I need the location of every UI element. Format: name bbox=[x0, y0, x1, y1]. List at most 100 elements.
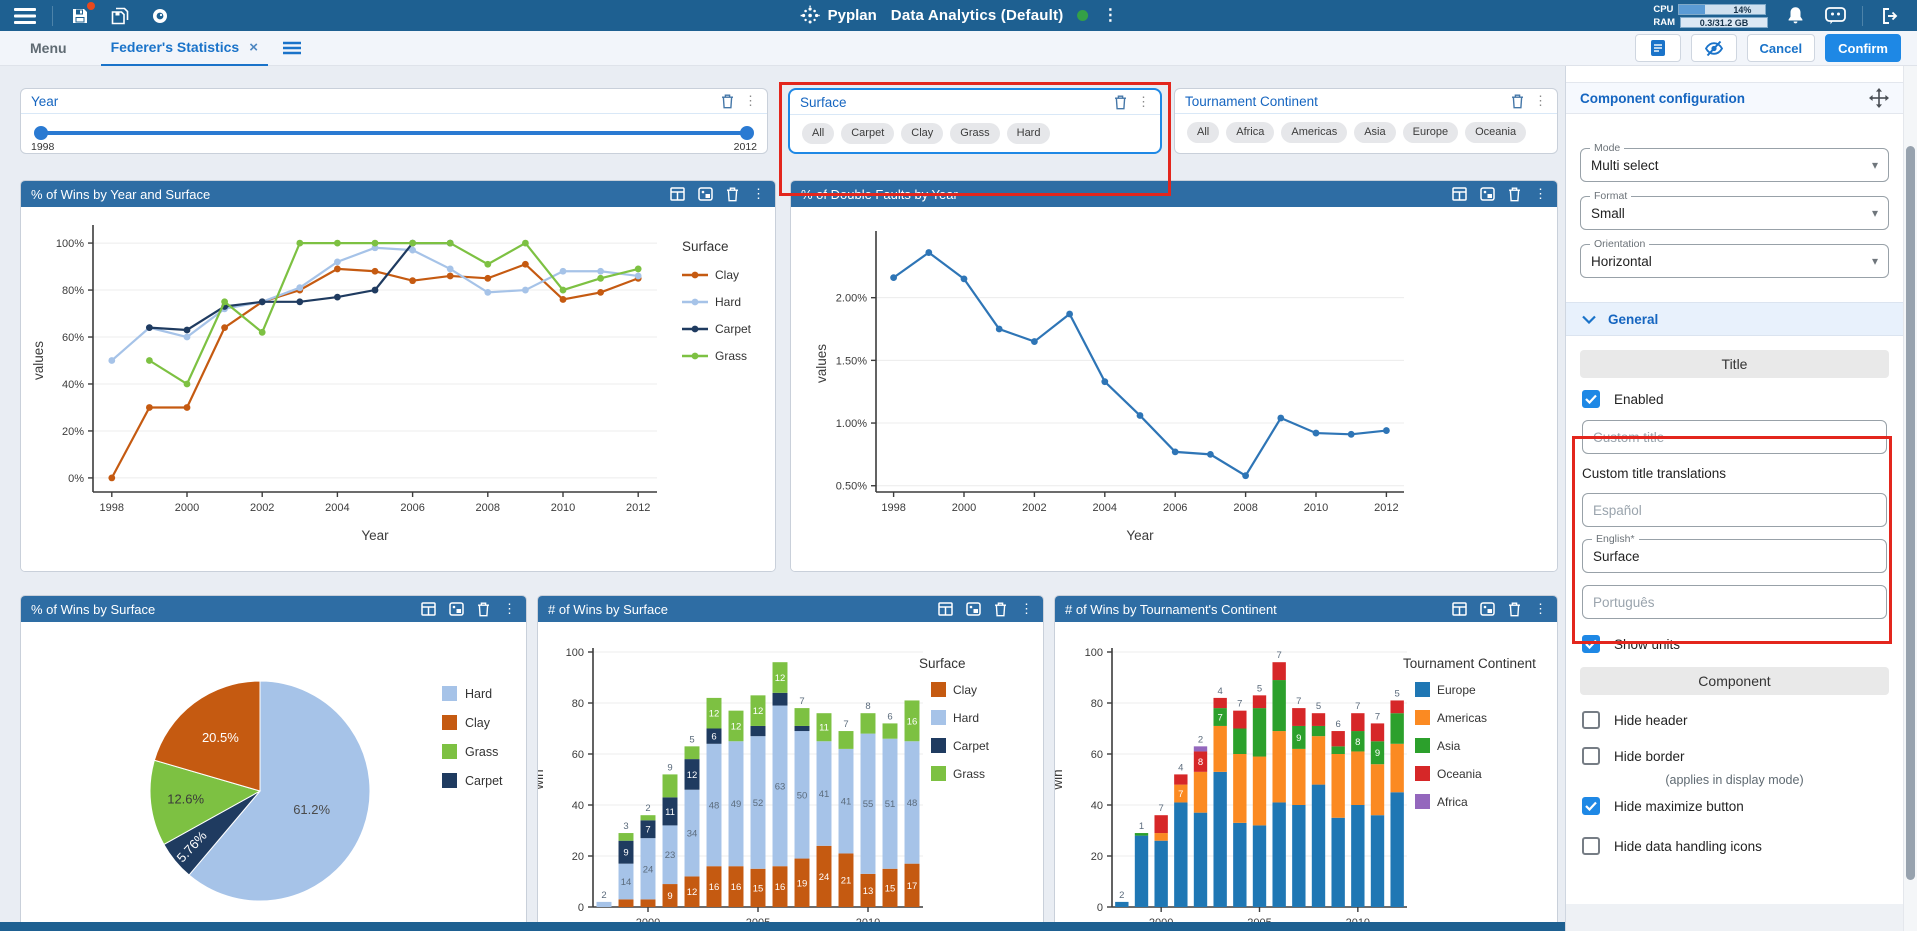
ram-label: RAM bbox=[1653, 17, 1675, 28]
table-view-icon[interactable] bbox=[1452, 602, 1467, 616]
mode-select[interactable]: Mode Multi select ▾ bbox=[1580, 148, 1889, 182]
tab-list-icon[interactable] bbox=[282, 41, 302, 55]
filter-chip[interactable]: Africa bbox=[1226, 122, 1274, 143]
kebab-menu-icon[interactable]: ⋮ bbox=[1020, 601, 1033, 617]
svg-text:2010: 2010 bbox=[551, 502, 575, 514]
tab-close-icon[interactable]: × bbox=[249, 39, 258, 56]
move-icon[interactable] bbox=[1869, 88, 1889, 108]
hamburger-menu-icon[interactable] bbox=[12, 3, 38, 29]
kebab-menu-icon[interactable]: ⋮ bbox=[503, 601, 516, 617]
filter-chip[interactable]: Europe bbox=[1403, 122, 1458, 143]
cancel-button[interactable]: Cancel bbox=[1747, 34, 1816, 62]
kebab-menu-icon[interactable]: ⋮ bbox=[1534, 601, 1547, 617]
spanish-title-input[interactable] bbox=[1583, 494, 1886, 526]
app-title: Data Analytics (Default) bbox=[891, 7, 1064, 24]
kebab-menu-icon[interactable]: ⋮ bbox=[1137, 94, 1150, 110]
table-view-icon[interactable] bbox=[938, 602, 953, 616]
svg-text:7: 7 bbox=[1355, 701, 1360, 712]
show-units-checkbox[interactable] bbox=[1582, 635, 1600, 653]
hide-maximize-checkbox[interactable] bbox=[1582, 797, 1600, 815]
assistant-icon[interactable] bbox=[1822, 3, 1848, 29]
save-all-icon[interactable] bbox=[107, 3, 133, 29]
kebab-menu-icon[interactable]: ⋮ bbox=[744, 93, 757, 109]
enabled-checkbox[interactable] bbox=[1582, 390, 1600, 408]
trash-icon[interactable] bbox=[1508, 187, 1521, 202]
filter-chip[interactable]: All bbox=[1187, 122, 1219, 143]
svg-text:2008: 2008 bbox=[1233, 502, 1257, 514]
svg-text:Carpet: Carpet bbox=[465, 774, 503, 788]
chart-card-wins-by-surface-bar: # of Wins by Surface ⋮ 020406080100win20… bbox=[537, 595, 1044, 931]
trash-icon[interactable] bbox=[994, 602, 1007, 617]
english-label: English* bbox=[1592, 533, 1639, 545]
app-kebab-menu-icon[interactable]: ⋮ bbox=[1102, 8, 1118, 24]
svg-text:6: 6 bbox=[887, 711, 892, 722]
hide-header-checkbox[interactable] bbox=[1582, 711, 1600, 729]
hide-border-checkbox[interactable] bbox=[1582, 747, 1600, 765]
continent-filter-title: Tournament Continent bbox=[1185, 94, 1511, 109]
image-export-icon[interactable] bbox=[1480, 602, 1495, 616]
trash-icon[interactable] bbox=[726, 187, 739, 202]
portuguese-title-input[interactable] bbox=[1583, 586, 1886, 618]
save-icon[interactable] bbox=[67, 3, 93, 29]
logout-icon[interactable] bbox=[1877, 3, 1903, 29]
menu-label[interactable]: Menu bbox=[30, 40, 67, 56]
orientation-value: Horizontal bbox=[1591, 254, 1872, 269]
notes-button[interactable] bbox=[1635, 34, 1681, 62]
svg-text:Year: Year bbox=[1126, 528, 1154, 543]
filter-chip[interactable]: Asia bbox=[1354, 122, 1395, 143]
year-slider-handle-max[interactable] bbox=[740, 126, 754, 140]
table-view-icon[interactable] bbox=[1452, 187, 1467, 201]
year-slider-handle-min[interactable] bbox=[34, 126, 48, 140]
cpu-usage-bar: 14% bbox=[1678, 4, 1766, 15]
filter-chip[interactable]: Carpet bbox=[841, 123, 894, 144]
kebab-menu-icon[interactable]: ⋮ bbox=[1534, 186, 1547, 202]
confirm-button[interactable]: Confirm bbox=[1825, 34, 1901, 62]
svg-text:2: 2 bbox=[1119, 890, 1124, 901]
table-view-icon[interactable] bbox=[670, 187, 685, 201]
surface-filter-card[interactable]: Surface ⋮ AllCarpetClayGrassHard bbox=[788, 88, 1162, 154]
trash-icon[interactable] bbox=[477, 602, 490, 617]
kebab-menu-icon[interactable]: ⋮ bbox=[752, 186, 765, 202]
filter-chip[interactable]: All bbox=[802, 123, 834, 144]
custom-title-field-wrap bbox=[1582, 420, 1887, 454]
svg-text:7: 7 bbox=[1237, 699, 1242, 710]
trash-icon[interactable] bbox=[1508, 602, 1521, 617]
pyplan-logo: Pyplan bbox=[799, 5, 877, 27]
spanish-field-wrap bbox=[1582, 493, 1887, 527]
filter-chip[interactable]: Grass bbox=[950, 123, 999, 144]
image-export-icon[interactable] bbox=[1480, 187, 1495, 201]
hide-preview-button[interactable] bbox=[1691, 34, 1737, 62]
image-export-icon[interactable] bbox=[698, 187, 713, 201]
svg-text:Oceania: Oceania bbox=[1437, 767, 1482, 781]
kebab-menu-icon[interactable]: ⋮ bbox=[1534, 93, 1547, 109]
table-view-icon[interactable] bbox=[421, 602, 436, 616]
filter-chip[interactable]: Clay bbox=[901, 123, 943, 144]
wins-by-surface-bar-chart: 020406080100win2000200520102149324729231… bbox=[538, 622, 1044, 931]
filter-chip[interactable]: Oceania bbox=[1465, 122, 1526, 143]
custom-title-input[interactable] bbox=[1583, 421, 1886, 453]
divider bbox=[1862, 6, 1863, 26]
image-export-icon[interactable] bbox=[449, 602, 464, 616]
general-section-toggle[interactable]: General bbox=[1566, 302, 1903, 336]
config-scrollbar-thumb[interactable] bbox=[1906, 146, 1915, 880]
image-export-icon[interactable] bbox=[966, 602, 981, 616]
config-scrollbar[interactable] bbox=[1903, 66, 1917, 931]
trash-icon[interactable] bbox=[721, 94, 734, 109]
year-slider-track[interactable] bbox=[37, 131, 751, 135]
filter-chip[interactable]: Hard bbox=[1007, 123, 1051, 144]
chart-title: # of Wins by Tournament's Continent bbox=[1065, 602, 1452, 617]
svg-text:100: 100 bbox=[566, 647, 584, 659]
filter-chip[interactable]: Americas bbox=[1281, 122, 1347, 143]
hide-data-handling-checkbox[interactable] bbox=[1582, 837, 1600, 855]
trash-icon[interactable] bbox=[1511, 94, 1524, 109]
svg-text:16: 16 bbox=[709, 882, 720, 893]
tab-federers-statistics[interactable]: Federer's Statistics × bbox=[101, 31, 268, 66]
svg-text:11: 11 bbox=[819, 723, 829, 734]
orientation-select[interactable]: Orientation Horizontal ▾ bbox=[1580, 244, 1889, 278]
notifications-bell-icon[interactable] bbox=[1782, 3, 1808, 29]
preview-eye-icon[interactable] bbox=[147, 3, 173, 29]
svg-text:7: 7 bbox=[1218, 713, 1223, 724]
svg-text:21: 21 bbox=[841, 876, 852, 887]
trash-icon[interactable] bbox=[1114, 95, 1127, 110]
format-select[interactable]: Format Small ▾ bbox=[1580, 196, 1889, 230]
